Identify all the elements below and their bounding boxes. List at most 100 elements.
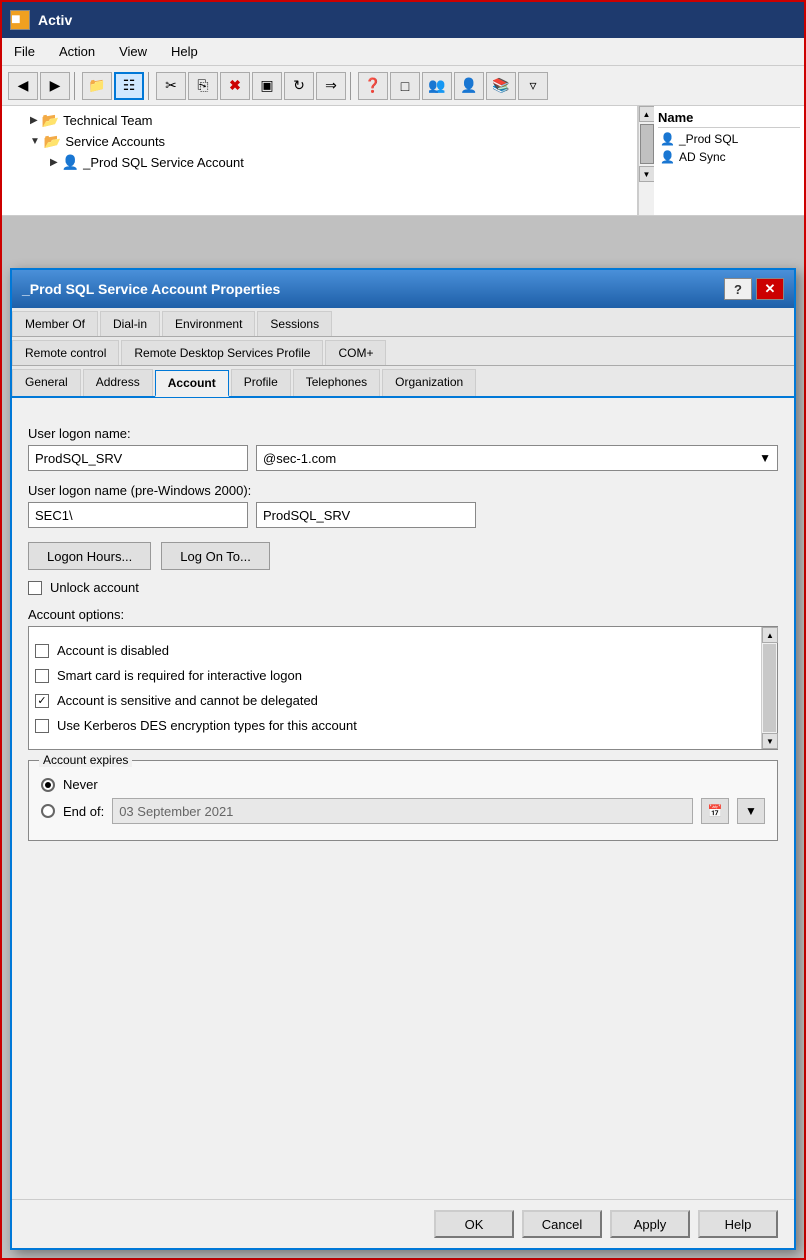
properties-button[interactable]: ▣ <box>252 72 282 100</box>
name-header: Name <box>658 110 800 128</box>
title-bar: ■ Activ <box>2 2 804 38</box>
help-button[interactable]: Help <box>698 1210 778 1238</box>
add-user-button[interactable]: 👤 <box>454 72 484 100</box>
menu-help[interactable]: Help <box>167 42 202 61</box>
options-scrollbar[interactable]: ▲ ▼ <box>761 627 777 749</box>
tree-item-label-sa: Service Accounts <box>65 134 165 149</box>
option-kerberos-checkbox[interactable] <box>35 719 49 733</box>
account-options-label: Account options: <box>28 607 778 622</box>
option-smartcard-checkbox[interactable] <box>35 669 49 683</box>
menu-action[interactable]: Action <box>55 42 99 61</box>
toolbar: ◀ ▶ 📁 ☷ ✂ ⎘ ✖ ▣ ↻ ⇒ ❓ □ 👥 👤 📚 ▿ <box>2 66 804 106</box>
pre2000-domain-input[interactable] <box>28 502 248 528</box>
copy-button[interactable]: ⎘ <box>188 72 218 100</box>
name-item-ad-sync[interactable]: 👤 AD Sync <box>658 148 800 166</box>
logon-name-row: @sec-1.com ▼ <box>28 445 778 471</box>
dialog-content: User logon name: @sec-1.com ▼ User logon… <box>12 398 794 1199</box>
menu-view[interactable]: View <box>115 42 151 61</box>
pre2000-name-input[interactable] <box>256 502 476 528</box>
groups-button[interactable]: 📚 <box>486 72 516 100</box>
cancel-button[interactable]: Cancel <box>522 1210 602 1238</box>
account-options-box: Account is disabled Smart card is requir… <box>28 626 778 750</box>
menu-file[interactable]: File <box>10 42 39 61</box>
export-button[interactable]: ⇒ <box>316 72 346 100</box>
back-button[interactable]: ◀ <box>8 72 38 100</box>
tree-panel: ▶ 📂 Technical Team ▼ 📂 Service Accounts … <box>2 106 638 215</box>
expires-end-radio[interactable] <box>41 804 55 818</box>
option-disabled-row: Account is disabled <box>35 643 771 658</box>
expires-end-of-row: End of: 📅 ▼ <box>41 798 765 824</box>
name-panel: Name 👤 _Prod SQL 👤 AD Sync <box>654 106 804 215</box>
tab-rdp-profile[interactable]: Remote Desktop Services Profile <box>121 340 323 365</box>
checkmark-icon: ✓ <box>37 694 46 707</box>
scroll-up-btn[interactable]: ▲ <box>639 106 655 122</box>
dialog-close-button[interactable]: ✕ <box>756 278 784 300</box>
tab-sessions[interactable]: Sessions <box>257 311 332 336</box>
tab-remote-control[interactable]: Remote control <box>12 340 119 365</box>
users-button[interactable]: 👥 <box>422 72 452 100</box>
arrow-sub: ▶ <box>50 157 58 168</box>
list-view-button[interactable]: ☷ <box>114 72 144 100</box>
tree-item-service-accounts[interactable]: ▼ 📂 Service Accounts <box>6 131 633 152</box>
tree-item-prod-sql[interactable]: ▶ 👤 _Prod SQL Service Account <box>6 152 633 173</box>
account-expires-box: Account expires Never End of: 📅 ▼ <box>28 760 778 841</box>
forward-button[interactable]: ▶ <box>40 72 70 100</box>
logon-buttons-row: Logon Hours... Log On To... <box>28 542 778 570</box>
expires-never-row: Never <box>41 777 765 792</box>
name-item-prod-sql[interactable]: 👤 _Prod SQL <box>658 130 800 148</box>
option-kerberos-row: Use Kerberos DES encryption types for th… <box>35 718 771 733</box>
tab-com-plus[interactable]: COM+ <box>325 340 386 365</box>
tab-telephones[interactable]: Telephones <box>293 369 380 396</box>
logon-name-label: User logon name: <box>28 426 778 441</box>
tree-item-technical-team[interactable]: ▶ 📂 Technical Team <box>6 110 633 131</box>
tab-organization[interactable]: Organization <box>382 369 476 396</box>
pre2000-row <box>28 502 778 528</box>
unlock-account-row: Unlock account <box>28 580 778 595</box>
option-smartcard-row: Smart card is required for interactive l… <box>35 668 771 683</box>
ok-button[interactable]: OK <box>434 1210 514 1238</box>
logon-name-input[interactable] <box>28 445 248 471</box>
tab-address[interactable]: Address <box>83 369 153 396</box>
tab-general[interactable]: General <box>12 369 81 396</box>
name-label-2: AD Sync <box>679 150 726 164</box>
log-on-to-button[interactable]: Log On To... <box>161 542 270 570</box>
refresh-button[interactable]: ↻ <box>284 72 314 100</box>
expires-date-input[interactable] <box>112 798 693 824</box>
option-sensitive-row: ✓ Account is sensitive and cannot be del… <box>35 693 771 708</box>
help-toolbar-button[interactable]: ❓ <box>358 72 388 100</box>
expires-never-radio[interactable] <box>41 778 55 792</box>
dialog-help-button[interactable]: ? <box>724 278 752 300</box>
app-icon: ■ <box>10 10 30 30</box>
folder-icon[interactable]: 📁 <box>82 72 112 100</box>
tab-member-of[interactable]: Member Of <box>12 311 98 336</box>
user-icon: 👤 <box>62 154 79 171</box>
pre2000-label: User logon name (pre-Windows 2000): <box>28 483 778 498</box>
tab-environment[interactable]: Environment <box>162 311 255 336</box>
tree-scrollbar[interactable]: ▲ ▼ <box>638 106 654 215</box>
domain-select[interactable]: @sec-1.com ▼ <box>256 445 778 471</box>
options-scroll-up[interactable]: ▲ <box>762 627 778 643</box>
option-disabled-checkbox[interactable] <box>35 644 49 658</box>
tabs-row-1: Member Of Dial-in Environment Sessions <box>12 308 794 337</box>
expires-legend: Account expires <box>39 753 132 767</box>
option-disabled-label: Account is disabled <box>57 643 169 658</box>
tab-profile[interactable]: Profile <box>231 369 291 396</box>
arrow-icon: ▶ <box>30 115 38 126</box>
unlock-account-checkbox[interactable] <box>28 581 42 595</box>
delete-button[interactable]: ✖ <box>220 72 250 100</box>
filter-button[interactable]: ▿ <box>518 72 548 100</box>
options-scroll-down[interactable]: ▼ <box>762 733 778 749</box>
menu-bar: File Action View Help <box>2 38 804 66</box>
apply-button[interactable]: Apply <box>610 1210 690 1238</box>
logon-hours-button[interactable]: Logon Hours... <box>28 542 151 570</box>
folder-icon: 📂 <box>42 112 59 129</box>
connect-button[interactable]: □ <box>390 72 420 100</box>
tab-account[interactable]: Account <box>155 370 229 397</box>
date-dropdown-btn[interactable]: ▼ <box>737 798 765 824</box>
calendar-icon[interactable]: 📅 <box>701 798 729 824</box>
cut-button[interactable]: ✂ <box>156 72 186 100</box>
option-sensitive-checkbox[interactable]: ✓ <box>35 694 49 708</box>
scroll-down-btn[interactable]: ▼ <box>639 166 655 182</box>
scroll-thumb[interactable] <box>640 124 654 164</box>
tab-dial-in[interactable]: Dial-in <box>100 311 160 336</box>
